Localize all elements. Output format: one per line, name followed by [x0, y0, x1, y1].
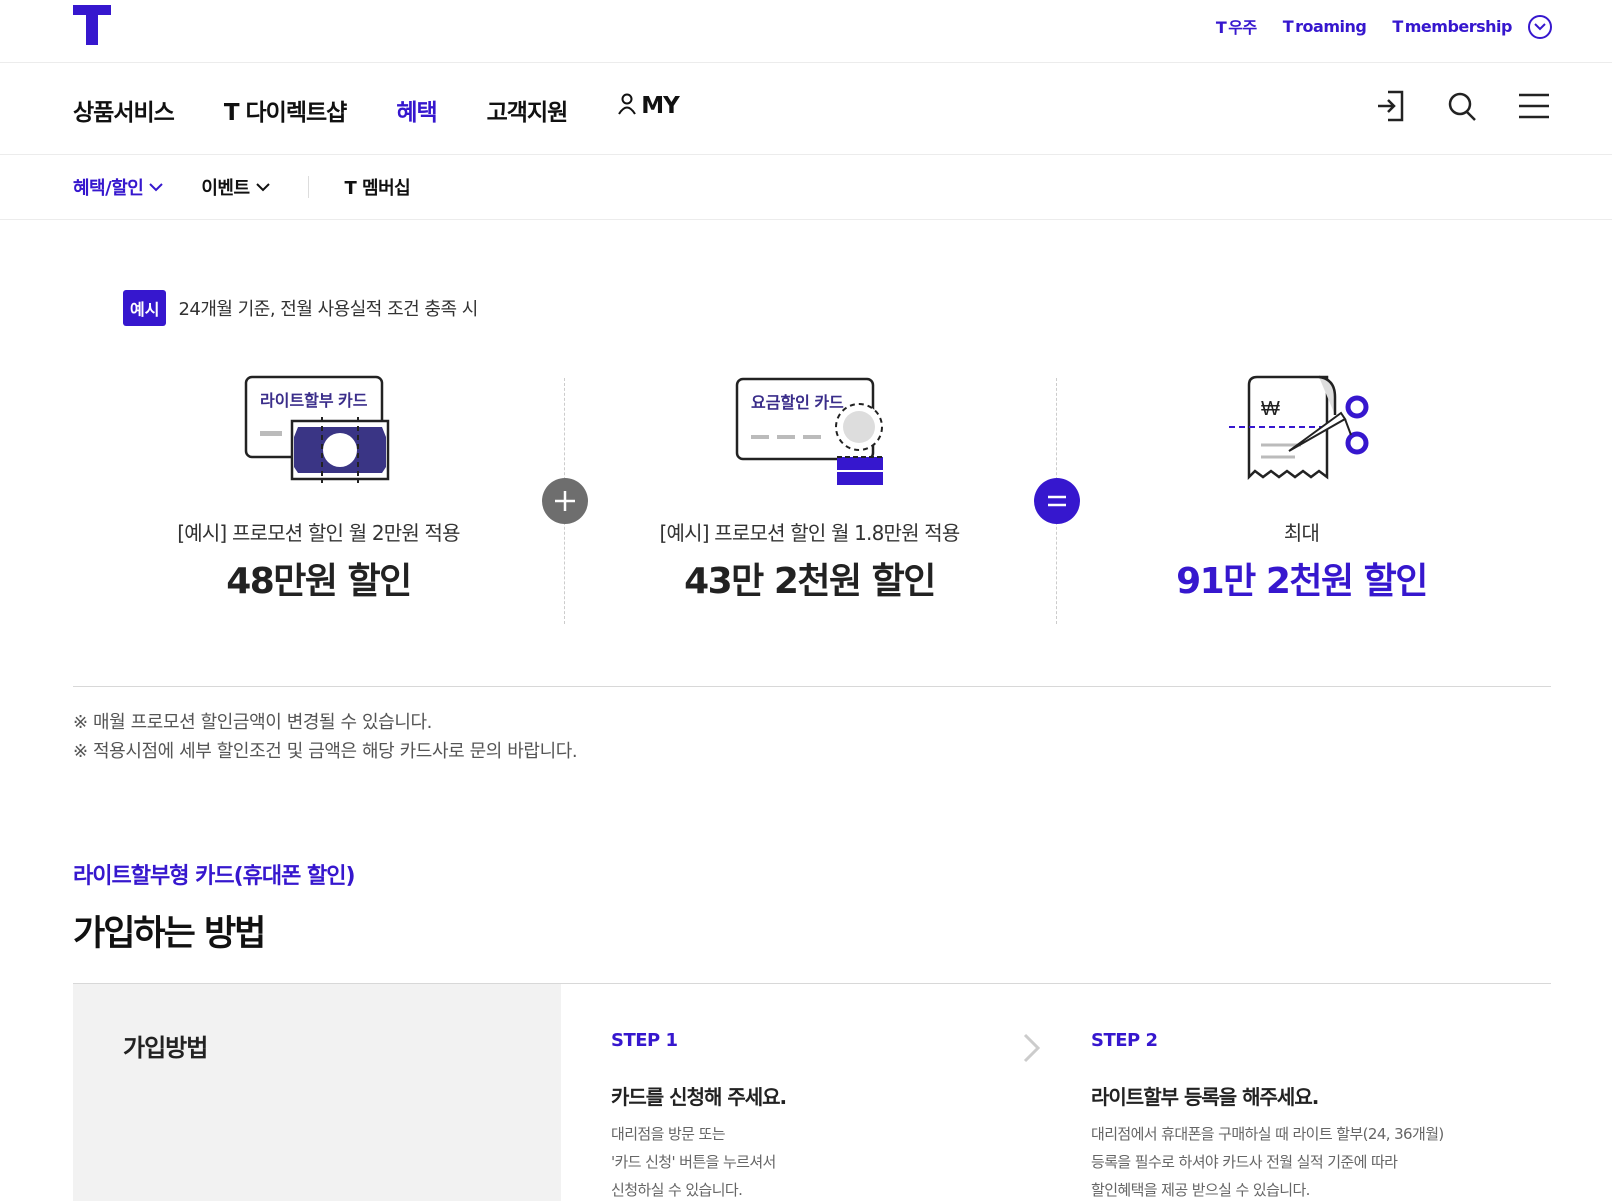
- top-links: T 우주 Troaming Tmembership: [1216, 14, 1513, 38]
- step-description: 대리점에서 휴대폰을 구매하실 때 라이트 할부(24, 36개월) 등록을 필…: [1091, 1120, 1521, 1201]
- top-link-membership[interactable]: Tmembership: [1392, 17, 1512, 36]
- method-panel: 가입방법: [73, 984, 561, 1201]
- benefit-caption: 최대: [1283, 521, 1320, 545]
- step-description: 대리점을 방문 또는 '카드 신청' 버튼을 누르셔서 신청하실 수 있습니다.: [611, 1120, 1041, 1201]
- benefit-lite-card: 라이트할부 카드 [예시] 프로모션 할인 월 2만원 적용 48만원 할인: [73, 375, 564, 625]
- step-2: STEP 2 라이트할부 등록을 해주세요. 대리점에서 휴대폰을 구매하실 때…: [1091, 1030, 1521, 1201]
- nav-item-support[interactable]: 고객지원: [487, 93, 569, 127]
- section-subtitle: 라이트할부형 카드(휴대폰 할인): [73, 864, 356, 889]
- notes: ※ 매월 프로모션 할인금액이 변경될 수 있습니다. ※ 적용시점에 세부 할…: [73, 708, 578, 766]
- chevron-down-icon: [255, 182, 270, 191]
- chevron-down-icon: [149, 182, 164, 191]
- person-icon: [617, 93, 637, 121]
- note-line: ※ 적용시점에 세부 할인조건 및 금액은 해당 카드사로 문의 바랍니다.: [73, 741, 578, 762]
- benefit-caption: [예시] 프로모션 할인 월 2만원 적용: [177, 521, 460, 545]
- nav-item-products[interactable]: 상품서비스: [73, 93, 175, 127]
- top-link-universe[interactable]: T 우주: [1216, 14, 1257, 38]
- svg-text:₩: ₩: [1261, 398, 1280, 420]
- main-nav: 상품서비스 T 다이렉트샵 혜택 고객지원 MY: [0, 63, 1612, 155]
- subnav-item-discount[interactable]: 혜택/할인: [73, 174, 164, 200]
- fee-card-illustration: 요금할인 카드: [725, 375, 895, 495]
- benefit-total-amount: 91만 2천원 할인: [1176, 561, 1428, 602]
- benefit-caption: [예시] 프로모션 할인 월 1.8만원 적용: [659, 521, 961, 545]
- nav-item-direct-shop[interactable]: T 다이렉트샵: [224, 93, 347, 127]
- t-logo[interactable]: [73, 5, 111, 45]
- step-number: STEP 1: [611, 1030, 678, 1051]
- benefit-amount: 48만원 할인: [226, 561, 412, 602]
- step-description-line: 등록을 필수로 하셔야 카드사 전월 실적 기준에 따라: [1091, 1153, 1398, 1171]
- login-icon[interactable]: [1374, 89, 1406, 123]
- step-1: STEP 1 카드를 신청해 주세요. 대리점을 방문 또는 '카드 신청' 버…: [611, 1030, 1041, 1201]
- subnav-item-event[interactable]: 이벤트: [201, 174, 270, 200]
- subnav-item-membership[interactable]: T 멤버십: [345, 174, 411, 200]
- step-heading: 라이트할부 등록을 해주세요.: [1091, 1085, 1319, 1109]
- nav-item-benefits[interactable]: 혜택: [396, 93, 437, 127]
- step-heading: 카드를 신청해 주세요.: [611, 1085, 787, 1109]
- example-row: 예시 24개월 기준, 전월 사용실적 조건 충족 시: [123, 290, 478, 326]
- chevron-right-icon: [1022, 1032, 1042, 1068]
- example-badge: 예시: [123, 290, 167, 326]
- section-title: 가입하는 방법: [73, 914, 266, 954]
- method-label: 가입방법: [123, 1034, 208, 1062]
- example-text: 24개월 기준, 전월 사용실적 조건 충족 시: [178, 299, 478, 320]
- sub-nav: 혜택/할인 이벤트 T 멤버십: [0, 155, 1612, 220]
- subnav-item-discount-label: 혜택/할인: [73, 178, 144, 199]
- subnav-item-event-label: 이벤트: [201, 178, 250, 199]
- benefit-total: ₩ 최대 91만 2천원 할인: [1056, 375, 1547, 625]
- divider: [307, 176, 309, 198]
- nav-item-my-label: MY: [641, 93, 680, 119]
- search-icon[interactable]: [1446, 89, 1478, 123]
- step-description-line: 신청하실 수 있습니다.: [611, 1181, 743, 1199]
- benefit-amount: 43만 2천원 할인: [684, 561, 936, 602]
- nav-item-my[interactable]: MY: [617, 93, 680, 127]
- step-number: STEP 2: [1091, 1030, 1158, 1051]
- benefit-fee-card: 요금할인 카드 [예시] 프로모션 할인 월 1.8만원 적용 43만 2천원 …: [564, 375, 1055, 625]
- step-description-line: 할인혜택을 제공 받으실 수 있습니다.: [1091, 1181, 1310, 1199]
- step-description-line: 대리점을 방문 또는: [611, 1125, 726, 1143]
- menu-icon[interactable]: [1518, 89, 1550, 123]
- step-description-line: '카드 신청' 버튼을 누르셔서: [611, 1153, 776, 1171]
- step-description-line: 대리점에서 휴대폰을 구매하실 때 라이트 할부(24, 36개월): [1091, 1125, 1444, 1143]
- svg-text:라이트할부 카드: 라이트할부 카드: [260, 392, 368, 410]
- lite-card-illustration: 라이트할부 카드: [234, 375, 404, 495]
- divider: [73, 686, 1551, 687]
- receipt-scissors-illustration: ₩: [1217, 375, 1387, 495]
- note-line: ※ 매월 프로모션 할인금액이 변경될 수 있습니다.: [73, 712, 432, 733]
- top-bar: T 우주 Troaming Tmembership: [0, 0, 1612, 63]
- chevron-down-icon[interactable]: [1528, 15, 1552, 39]
- svg-text:요금할인 카드: 요금할인 카드: [751, 394, 844, 412]
- top-link-roaming[interactable]: Troaming: [1283, 17, 1367, 36]
